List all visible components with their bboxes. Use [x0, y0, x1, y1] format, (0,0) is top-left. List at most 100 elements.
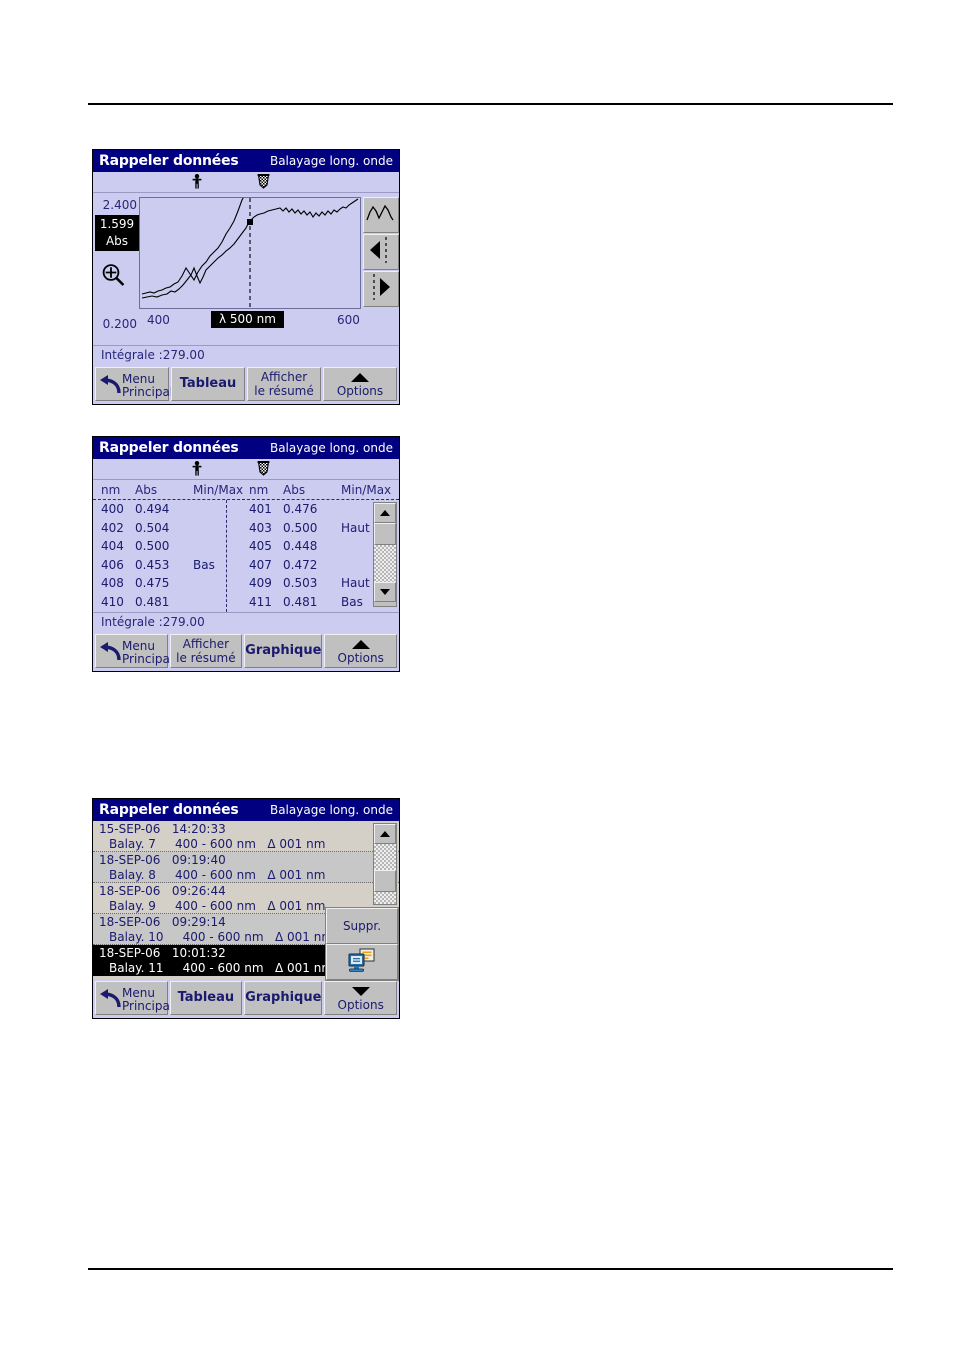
magnifier-plus-icon[interactable] — [101, 263, 127, 293]
show-summary-button[interactable]: Afficher le résumé — [169, 634, 243, 668]
page-rule-bottom — [88, 1268, 893, 1270]
scrollbar-track[interactable] — [374, 844, 396, 870]
window-mode-label: Balayage long. onde — [269, 803, 393, 817]
graph-button[interactable]: Graphique — [244, 981, 323, 1015]
options-label: Options — [337, 997, 384, 1012]
show-summary-label-line1: Afficher — [182, 637, 230, 651]
list-item-name: Balay. 9 — [109, 899, 156, 913]
options-label: Options — [336, 383, 384, 398]
screenshot-table-view: Rappeler données Balayage long. onde nm … — [92, 436, 400, 672]
curve-icon-button[interactable] — [363, 197, 399, 233]
show-summary-label-line2: le résumé — [176, 651, 236, 665]
cell-abs: 0.500 — [283, 520, 318, 535]
table-row[interactable]: 408 0.475 409 0.503 Haut — [93, 574, 399, 593]
x-axis-min-label: 400 — [147, 313, 170, 327]
send-to-pc-icon — [347, 948, 377, 977]
cell-nm: 408 — [101, 576, 124, 591]
titlebar: Rappeler données Balayage long. onde — [93, 799, 399, 821]
scan-list[interactable]: 15-SEP-06 14:20:33 Balay. 7 400 - 600 nm… — [93, 821, 399, 981]
y-axis-max-label: 2.400 — [102, 198, 137, 212]
options-button[interactable]: Options — [324, 634, 397, 668]
integral-value-table: Intégrale :279.00 — [93, 612, 399, 632]
cell-nm: 409 — [249, 576, 272, 591]
list-item-step: Δ 001 nm — [267, 837, 326, 851]
table-row[interactable]: 400 0.494 401 0.476 — [93, 500, 399, 519]
main-menu-button[interactable]: Menu Principal — [95, 634, 173, 668]
list-item-time: 09:26:44 — [171, 884, 226, 898]
bottom-button-bar-list: Menu Principal Tableau Graphique Options — [93, 979, 399, 1018]
cell-abs: 0.472 — [283, 557, 318, 572]
options-button[interactable]: Options — [324, 981, 397, 1015]
status-icon-strip — [93, 459, 399, 480]
cell-abs: 0.476 — [283, 502, 318, 517]
list-item-name: Balay. 7 — [109, 837, 156, 851]
cursor-readout-value: 1.599 — [99, 217, 135, 231]
list-item-date: 18-SEP-06 — [99, 853, 161, 867]
cursor-left-button[interactable] — [363, 234, 399, 270]
show-summary-label-line1: Afficher — [260, 370, 308, 384]
x-axis: 400 λ 500 nm 600 — [139, 311, 399, 331]
cell-nm: 405 — [249, 539, 272, 554]
cell-abs: 0.481 — [283, 594, 318, 609]
list-item-range: 400 - 600 nm — [175, 899, 256, 913]
cell-abs: 0.475 — [135, 576, 170, 591]
table-row[interactable]: 410 0.481 411 0.481 Bas — [93, 593, 399, 612]
scroll-up-button[interactable] — [374, 824, 396, 844]
spectrum-plot[interactable] — [139, 197, 361, 309]
page-rule-top — [88, 103, 893, 105]
list-item[interactable]: 18-SEP-06 09:19:40 Balay. 8 400 - 600 nm… — [93, 852, 399, 883]
scrollbar-track-lower[interactable] — [374, 892, 396, 904]
scrollbar-thumb[interactable] — [374, 870, 396, 892]
list-scrollbar[interactable] — [373, 823, 397, 905]
col-header-minmax-left: Min/Max — [193, 483, 244, 497]
scroll-down-button[interactable] — [374, 582, 396, 602]
bottom-button-bar-graph: Menu Principal Tableau Afficher le résum… — [93, 365, 399, 404]
table-column-divider — [226, 500, 227, 612]
cursor-readout: 1.599 Abs — [95, 215, 139, 251]
cell-nm: 404 — [101, 539, 124, 554]
list-item-time: 14:20:33 — [171, 822, 226, 836]
cell-abs: 0.500 — [135, 539, 170, 554]
table-row[interactable]: 402 0.504 403 0.500 Haut — [93, 519, 399, 538]
cell-abs: 0.503 — [283, 576, 318, 591]
main-menu-button[interactable]: Menu Principal — [95, 981, 173, 1015]
table-row[interactable]: 406 0.453 Bas 407 0.472 — [93, 556, 399, 575]
send-to-pc-button[interactable] — [326, 944, 398, 980]
list-item[interactable]: 15-SEP-06 14:20:33 Balay. 7 400 - 600 nm… — [93, 821, 399, 852]
show-summary-button[interactable]: Afficher le résumé — [247, 367, 321, 401]
window-mode-label: Balayage long. onde — [269, 154, 393, 168]
cursor-readout-unit: Abs — [105, 234, 129, 248]
table-scrollbar[interactable] — [373, 502, 397, 607]
main-menu-label-line2: Principal — [122, 999, 174, 1013]
table-button[interactable]: Tableau — [169, 981, 243, 1015]
list-item-range: 400 - 600 nm — [182, 961, 264, 975]
show-summary-label-line2: le résumé — [254, 384, 314, 398]
main-menu-label-line2: Principal — [122, 652, 174, 666]
titlebar: Rappeler données Balayage long. onde — [93, 150, 399, 172]
cursor-wavelength-label: λ 500 nm — [211, 311, 284, 328]
graph-button[interactable]: Graphique — [244, 634, 323, 668]
context-menu: Suppr. — [325, 907, 399, 981]
table-button[interactable]: Tableau — [171, 367, 245, 401]
options-label: Options — [337, 650, 384, 665]
cell-nm: 401 — [249, 502, 272, 517]
window-mode-label: Balayage long. onde — [269, 441, 393, 455]
main-menu-button[interactable]: Menu Principal — [95, 367, 173, 401]
cursor-right-button[interactable] — [363, 271, 399, 307]
table-row[interactable]: 404 0.500 405 0.448 — [93, 537, 399, 556]
scroll-up-button[interactable] — [374, 503, 396, 523]
scrollbar-track[interactable] — [374, 545, 396, 582]
list-item-date: 15-SEP-06 — [99, 822, 161, 836]
screenshot-list-view: Rappeler données Balayage long. onde 15-… — [92, 798, 400, 1019]
cell-abs: 0.481 — [135, 594, 170, 609]
list-item-step: Δ 001 nm — [267, 899, 326, 913]
sample-icon — [257, 174, 270, 193]
delete-button[interactable]: Suppr. — [326, 908, 398, 944]
list-item-date: 18-SEP-06 — [99, 946, 161, 960]
options-button[interactable]: Options — [323, 367, 397, 401]
table-body[interactable]: 400 0.494 401 0.476 402 0.504 403 0.500 … — [93, 500, 399, 612]
col-header-abs-left: Abs — [135, 483, 158, 497]
scrollbar-thumb[interactable] — [374, 523, 396, 545]
col-header-minmax-right: Min/Max — [341, 483, 392, 497]
list-item-name: Balay. 11 — [109, 961, 164, 975]
